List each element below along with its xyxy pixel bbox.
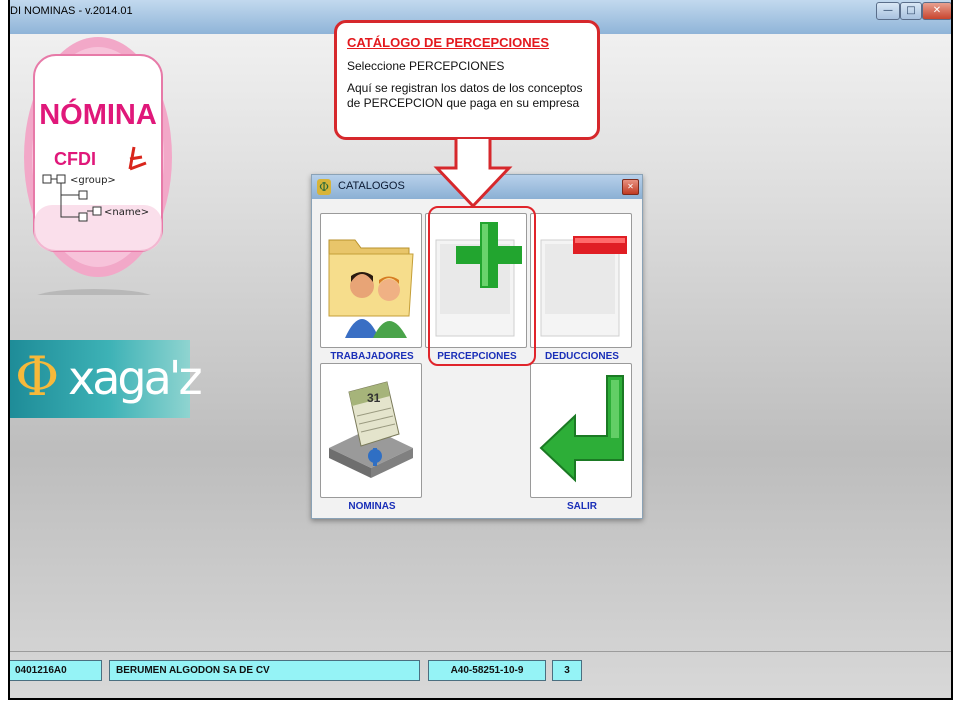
callout-description: Aquí se registran los datos de los conce…	[347, 81, 583, 110]
empresa-field: BERUMEN ALGODON SA DE CV	[109, 660, 420, 681]
name-tag: <name>	[104, 207, 149, 218]
dialog-close-button[interactable]: ✕	[622, 179, 639, 195]
deducciones-button[interactable]: DEDUCCIONES	[530, 213, 632, 362]
numero-field: 3	[552, 660, 582, 681]
dialog-title-bar[interactable]: Φ CATALOGOS ✕	[312, 175, 642, 199]
xagaz-logo: Φ xaga'z	[10, 340, 203, 418]
phi-icon: Φ	[317, 179, 331, 195]
rfc-field: 0401216A0	[10, 660, 102, 681]
trabajadores-button[interactable]: TRABAJADORES	[320, 213, 422, 362]
dialog-title: CATALOGOS	[338, 180, 405, 192]
app-window: DI NOMINAS - v.2014.01 — □ ✕ NÓMINA CFDI…	[8, 0, 953, 700]
callout-box: CATÁLOGO DE PERCEPCIONES Seleccione PERC…	[334, 20, 600, 140]
group-tag: <group>	[70, 175, 116, 186]
remove-minus-icon	[540, 236, 627, 337]
nomina-text: NÓMINA	[39, 97, 157, 131]
percepciones-highlight	[428, 206, 536, 366]
salir-button[interactable]: SALIR	[530, 363, 632, 512]
nominas-button[interactable]: 31 NOMINAS	[320, 363, 422, 512]
close-button[interactable]: ✕	[922, 2, 951, 20]
callout-instruction: Seleccione PERCEPCIONES	[347, 59, 505, 73]
minimize-button[interactable]: —	[876, 2, 900, 20]
calendar-day: 31	[367, 391, 381, 405]
callout-title: CATÁLOGO DE PERCEPCIONES	[347, 35, 550, 50]
cfdi-text: CFDI	[54, 149, 96, 169]
trabajadores-label: TRABAJADORES	[330, 351, 414, 362]
nominas-label: NOMINAS	[348, 501, 396, 512]
phi-icon: Φ	[15, 345, 60, 408]
exit-arrow-icon	[539, 375, 624, 483]
maximize-button[interactable]: □	[900, 2, 922, 20]
registro-field: A40-58251-10-9	[428, 660, 546, 681]
deducciones-label: DEDUCCIONES	[545, 351, 619, 362]
nomina-cfdi-logo: NÓMINA CFDI <group> <name>	[24, 35, 174, 309]
workers-folder-icon	[328, 239, 414, 338]
status-divider	[10, 651, 951, 652]
window-title: DI NOMINAS - v.2014.01	[10, 5, 133, 17]
calendar-icon: 31	[329, 381, 413, 478]
salir-label: SALIR	[567, 501, 597, 512]
xagaz-text: xaga'z	[68, 351, 203, 405]
